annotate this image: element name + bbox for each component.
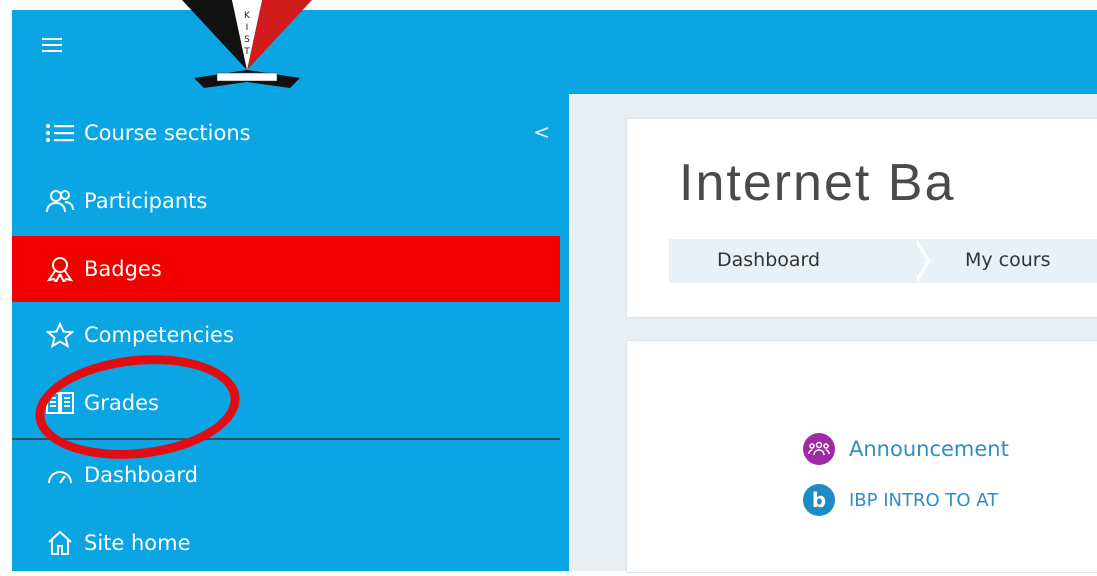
sidebar-item-competencies[interactable]: Competencies: [12, 302, 560, 368]
kist-logo[interactable]: K I S T: [172, 0, 322, 100]
home-icon: [40, 530, 80, 556]
sidebar-item-site-home[interactable]: Site home: [12, 510, 560, 576]
sidebar-item-badges[interactable]: Badges: [12, 236, 560, 302]
sidebar-item-label: Course sections: [84, 121, 251, 145]
breadcrumb-my-courses[interactable]: My cours: [965, 249, 1051, 271]
star-icon: [40, 322, 80, 348]
logo-letter: I: [246, 23, 249, 33]
collapse-chevron-icon[interactable]: <: [533, 120, 550, 144]
sidebar-item-label: Badges: [84, 257, 162, 281]
forum-icon: [803, 433, 835, 465]
breadcrumb-separator-icon: [913, 239, 927, 283]
dashboard-icon: [40, 463, 80, 487]
sidebar: Course sections < Participants Badges Co…: [12, 94, 569, 571]
hamburger-icon[interactable]: [42, 38, 62, 52]
page-title: Internet Ba: [679, 154, 956, 212]
sidebar-item-participants[interactable]: Participants: [12, 168, 560, 234]
breadcrumb-dashboard[interactable]: Dashboard: [717, 249, 820, 271]
logo-letter: S: [244, 35, 250, 45]
sidebar-item-label: Competencies: [84, 323, 234, 347]
page-header-card: Internet Ba Dashboard My cours: [626, 118, 1097, 318]
activity-label[interactable]: IBP INTRO TO AT: [849, 490, 998, 511]
sidebar-item-label: Dashboard: [84, 463, 198, 487]
course-content-card: Announcement b IBP INTRO TO AT: [626, 340, 1097, 573]
breadcrumb: Dashboard My cours: [669, 239, 1097, 283]
badge-icon: [40, 256, 80, 282]
users-icon: [40, 188, 80, 214]
activity-announcements[interactable]: Announcement: [803, 433, 1009, 465]
activity-bigbluebutton[interactable]: b IBP INTRO TO AT: [803, 484, 998, 516]
bigbluebutton-icon: b: [803, 484, 835, 516]
logo-letter: T: [243, 47, 250, 57]
sidebar-item-course-sections[interactable]: Course sections <: [12, 100, 560, 166]
list-icon: [40, 123, 80, 143]
navbar: K I S T: [12, 0, 1097, 94]
sidebar-item-label: Site home: [84, 531, 191, 555]
activity-label[interactable]: Announcement: [849, 437, 1009, 461]
sidebar-item-label: Participants: [84, 189, 208, 213]
